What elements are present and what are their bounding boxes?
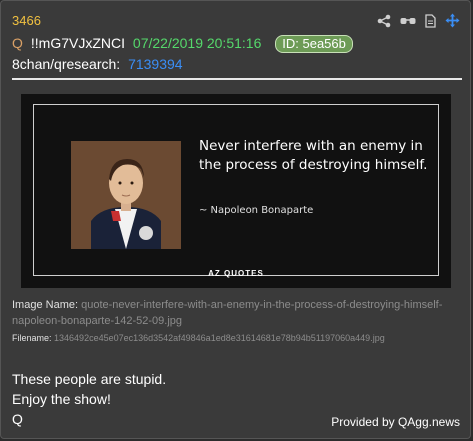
- quote-text: Never interfere with an enemy in the pro…: [199, 138, 428, 173]
- message-line: Enjoy the show!: [12, 391, 111, 407]
- post-link[interactable]: 7139394: [128, 56, 183, 72]
- message-line: These people are stupid.: [12, 371, 167, 387]
- move-icon[interactable]: [445, 13, 460, 28]
- post-card: 3466 Q !!mG7VJxZNCI 07/22/2019 20:51:16 …: [0, 0, 471, 439]
- id-badge[interactable]: ID: 5ea56b: [275, 35, 353, 53]
- message-line: Q: [12, 411, 23, 427]
- share-icon[interactable]: [377, 14, 391, 28]
- q-label: Q: [12, 35, 23, 51]
- post-toolbar: [377, 13, 460, 28]
- provided-by[interactable]: Provided by QAgg.news: [331, 415, 460, 429]
- glasses-icon[interactable]: [400, 15, 416, 27]
- napoleon-portrait: [71, 141, 181, 249]
- post-number: 3466: [12, 13, 41, 28]
- filename-label: Filename:: [12, 333, 52, 343]
- brand-logo: AZ QUOTES: [208, 269, 264, 278]
- header-divider: [12, 78, 462, 80]
- post-image[interactable]: Never interfere with an enemy in the pro…: [21, 94, 451, 288]
- board-name: 8chan/qresearch:: [12, 56, 121, 72]
- filename-value: 1346492ce45e07ec136d3542af49846a1ed8e316…: [54, 333, 385, 343]
- source-line: 8chan/qresearch: 7139394: [12, 56, 183, 72]
- post-message: These people are stupid. Enjoy the show!…: [12, 369, 166, 429]
- filename-row: Filename: 1346492ce45e07ec136d3542af4984…: [12, 333, 385, 343]
- image-name-row: Image Name: quote-never-interfere-with-a…: [12, 297, 462, 329]
- tripcode: !!mG7VJxZNCI: [30, 35, 126, 51]
- document-icon[interactable]: [425, 13, 436, 28]
- post-timestamp: 07/22/2019 20:51:16: [132, 35, 262, 51]
- quote-author: ~ Napoleon Bonaparte: [199, 205, 314, 216]
- image-name-label: Image Name:: [12, 299, 79, 311]
- post-header-line: Q !!mG7VJxZNCI 07/22/2019 20:51:16 ID: 5e…: [12, 35, 353, 53]
